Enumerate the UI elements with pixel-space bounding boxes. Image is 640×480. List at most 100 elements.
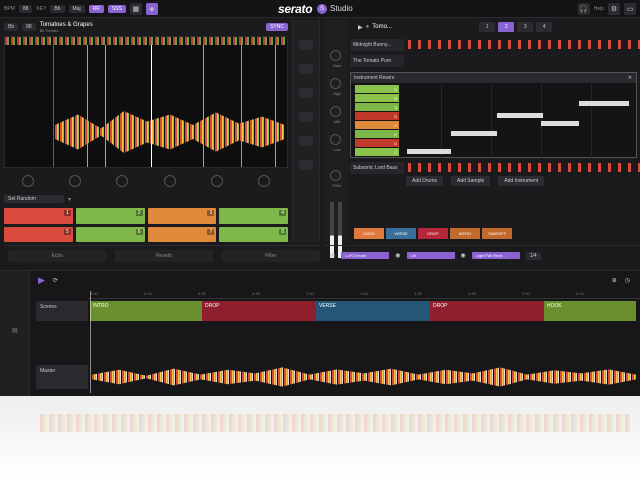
pattern-4[interactable]: 4	[536, 22, 553, 32]
fx-icon[interactable]: ◉	[395, 252, 400, 259]
key-shift-knob[interactable]	[68, 175, 81, 187]
loop-icon[interactable]: ⟳	[53, 277, 58, 284]
deck-waveform[interactable]	[4, 36, 288, 168]
fx-slot-reverb[interactable]: Light Fall Reve...	[471, 252, 520, 259]
mixer-button-3[interactable]	[299, 88, 313, 98]
cue-pad-4[interactable]: 4	[219, 208, 288, 224]
scene-verse[interactable]: VERSE	[386, 228, 416, 239]
add-instrument-button[interactable]: Add Instrument	[498, 176, 545, 186]
metronome-icon[interactable]: ◷	[625, 277, 630, 284]
piano-key[interactable]: A	[355, 103, 399, 111]
mixer-button-6[interactable]	[299, 160, 313, 170]
pattern-1[interactable]: 1	[479, 22, 496, 32]
overview-waveform[interactable]	[5, 37, 287, 45]
grid-icon[interactable]: ▦	[129, 2, 142, 15]
midi-note[interactable]	[497, 113, 543, 118]
piano-key[interactable]: F	[355, 121, 399, 129]
settings-icon[interactable]: ⚙	[608, 2, 620, 15]
fx-slot-lofi[interactable]: LoFi Dream	[341, 252, 390, 259]
fx-slot-lift[interactable]: Lift	[406, 252, 455, 259]
track-clip-waveform[interactable]	[408, 56, 640, 65]
midi-note[interactable]	[451, 131, 497, 136]
fx-beat-select[interactable]: 1/4	[525, 251, 541, 260]
timeline-ruler[interactable]: 0:00 0:15 0:30 0:45 1:00 1:15 1:30 1:45 …	[88, 291, 640, 299]
help-menu[interactable]: Help	[594, 6, 604, 12]
cue-marker-3	[105, 45, 106, 167]
filter-knob[interactable]	[330, 170, 341, 181]
piano-key-label: C	[394, 86, 397, 92]
piano-key[interactable]: E	[355, 130, 399, 138]
cue-pad-5[interactable]: 5	[4, 226, 73, 242]
midi-note[interactable]	[579, 101, 629, 106]
sequencer-track-bass[interactable]: Subsonic Lord Bass	[350, 161, 640, 174]
section-drop[interactable]: DROP	[202, 301, 316, 321]
sequencer-track-1[interactable]: Midnight Bunny...	[350, 38, 640, 51]
scene-intro[interactable]: INTRO	[450, 228, 480, 239]
cue-pad-1[interactable]: 1	[4, 208, 73, 224]
section-drop[interactable]: DROP	[430, 301, 544, 321]
close-icon[interactable]: ✕	[628, 75, 632, 81]
track-clip-waveform[interactable]	[408, 40, 640, 49]
fx-icon[interactable]: ◉	[461, 252, 466, 259]
mixer-button-5[interactable]	[299, 136, 313, 146]
mixer-button-1[interactable]	[299, 40, 313, 50]
cue-pad-6[interactable]: 6	[75, 226, 145, 242]
scene-takeoff[interactable]: TAKEOFF	[482, 228, 512, 239]
toolbar-button-2[interactable]: SSS	[107, 4, 126, 13]
high-eq-knob[interactable]	[330, 78, 341, 89]
shield-icon[interactable]: ◈	[145, 2, 158, 15]
low-eq-knob[interactable]	[330, 134, 341, 145]
cue-pad-2[interactable]: 2	[75, 208, 145, 224]
piano-key[interactable]: C	[355, 148, 399, 156]
scene-drop[interactable]: DROP	[418, 228, 448, 239]
fx-slot-1[interactable]: Echo	[8, 249, 107, 262]
piano-key[interactable]: G	[355, 112, 399, 120]
window-icon[interactable]: ▭	[624, 2, 636, 15]
piano-roll[interactable]: Instrument Rewire ✕ C B A G F E D C	[350, 72, 637, 158]
chevron-down-icon[interactable]: ▾	[68, 196, 71, 203]
track-clip-waveform[interactable]	[408, 163, 640, 172]
section-verse[interactable]: VERSE	[316, 301, 430, 321]
play-icon[interactable]: ▶	[358, 24, 363, 31]
toolbar-button-1[interactable]: RR	[88, 4, 104, 13]
mixer-button-4[interactable]	[299, 112, 313, 122]
play-icon[interactable]: ▶	[38, 275, 45, 286]
piano-key[interactable]: C	[355, 85, 399, 93]
pattern-3[interactable]: 3	[517, 22, 534, 32]
pitch-knob[interactable]	[21, 175, 34, 187]
section-intro[interactable]: INTRO	[90, 301, 202, 321]
section-hook[interactable]: HOOK	[544, 301, 636, 321]
bpm-field[interactable]: 88	[18, 4, 33, 13]
key-mode-field[interactable]: Maj	[68, 4, 85, 13]
cue-pad-7[interactable]: 7	[147, 226, 217, 242]
pad-mode-select[interactable]: Set Random	[4, 195, 64, 203]
playhead[interactable]	[90, 291, 91, 393]
fx-slot-3[interactable]: Filter	[221, 249, 321, 262]
mid-eq-knob[interactable]	[330, 106, 341, 117]
sync-button[interactable]: SYNC	[266, 23, 288, 31]
record-icon[interactable]: ●	[366, 24, 370, 30]
add-drums-button[interactable]: Add Drums	[406, 176, 444, 186]
pattern-2[interactable]: 2	[498, 22, 515, 32]
piano-key[interactable]: D	[355, 139, 399, 147]
fx-slot-2[interactable]: Reverb	[114, 249, 214, 262]
cue-pad-8[interactable]: 8	[219, 226, 288, 242]
loop-knob[interactable]	[210, 175, 223, 187]
favorite-button[interactable]	[163, 175, 176, 187]
sequencer-track-2[interactable]: The Tomato Pum	[350, 54, 640, 67]
scene-hook[interactable]: HOOK	[354, 228, 384, 239]
sidebar-toggle-icon[interactable]: ▤	[12, 327, 18, 334]
key-field[interactable]: Bb	[50, 4, 65, 13]
mixer-button-2[interactable]	[299, 64, 313, 74]
play-pause-button[interactable]	[258, 175, 271, 187]
zoom-icon[interactable]: ⊕	[612, 277, 617, 284]
midi-note[interactable]	[541, 121, 579, 126]
piano-key[interactable]: B	[355, 94, 399, 102]
add-sample-button[interactable]: Add Sample	[451, 176, 491, 186]
rewind-button[interactable]	[116, 175, 129, 187]
gain-knob[interactable]	[330, 50, 341, 61]
cue-pad-3[interactable]: 3	[147, 208, 217, 224]
headphones-icon[interactable]: 🎧	[577, 2, 590, 15]
midi-note[interactable]	[407, 149, 451, 154]
fx-icon[interactable]: ◉	[330, 252, 335, 259]
